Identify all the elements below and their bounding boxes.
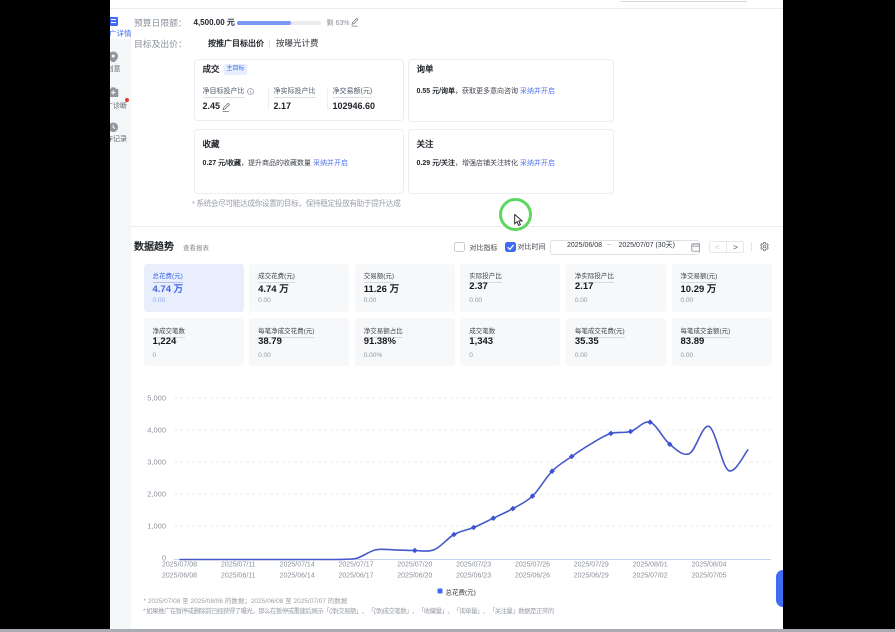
svg-text:2025/06/20: 2025/06/20 [397,573,432,580]
svg-text:2025/07/20: 2025/07/20 [397,562,432,569]
svg-text:2025/06/26: 2025/06/26 [515,573,550,580]
svg-text:2025/08/01: 2025/08/01 [633,562,668,569]
svg-text:2025/07/08: 2025/07/08 [162,562,197,569]
svg-text:5,000: 5,000 [147,394,166,403]
svg-text:2025/07/05: 2025/07/05 [691,573,726,580]
svg-text:2025/07/26: 2025/07/26 [515,562,550,569]
svg-text:2,000: 2,000 [147,490,166,499]
svg-text:2025/06/29: 2025/06/29 [574,573,609,580]
svg-text:总花费(元): 总花费(元) [446,588,476,597]
svg-text:2025/07/14: 2025/07/14 [280,562,315,569]
svg-text:2025/06/17: 2025/06/17 [338,573,373,580]
svg-text:2025/07/17: 2025/07/17 [338,562,373,569]
svg-text:2025/07/23: 2025/07/23 [456,562,491,569]
svg-text:2025/07/29: 2025/07/29 [574,562,609,569]
svg-text:2025/07/11: 2025/07/11 [221,562,256,569]
svg-text:4,000: 4,000 [147,426,166,435]
svg-text:2025/08/04: 2025/08/04 [691,562,726,569]
svg-text:2025/06/23: 2025/06/23 [456,573,491,580]
svg-text:2025/07/02: 2025/07/02 [633,573,668,580]
svg-text:1,000: 1,000 [147,522,166,531]
svg-text:2025/06/08: 2025/06/08 [162,573,197,580]
svg-text:3,000: 3,000 [147,458,166,467]
svg-text:2025/06/11: 2025/06/11 [221,573,256,580]
svg-text:2025/06/14: 2025/06/14 [280,573,315,580]
